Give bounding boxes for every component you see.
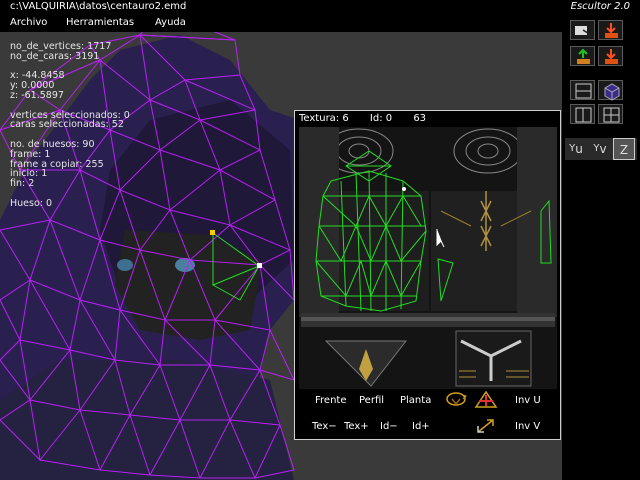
axis-v-button[interactable]: Yv xyxy=(589,138,611,160)
perspective-view-icon[interactable] xyxy=(598,80,623,101)
quad-view-icon[interactable] xyxy=(598,104,623,124)
file-path: c:\VALQUIRIA\datos\centauro2.emd xyxy=(10,1,187,12)
menu-herramientas[interactable]: Herramientas xyxy=(66,14,134,32)
select-tool-icon[interactable] xyxy=(570,20,595,40)
texture-uv-view[interactable] xyxy=(299,127,557,389)
coord-z: z: -61.5897 xyxy=(10,89,64,101)
export-icon[interactable] xyxy=(570,46,595,66)
frame-end: fin: 2 xyxy=(10,178,35,190)
frente-button[interactable]: Frente xyxy=(315,395,346,406)
info-panel: no_de_vertices: 1717 no_de_caras: 3191 x… xyxy=(10,42,130,209)
current-bone: Hueso: 0 xyxy=(10,197,53,209)
tex-minus-button[interactable]: Tex− xyxy=(312,421,337,432)
save-icon[interactable] xyxy=(598,46,623,66)
title-bar: c:\VALQUIRIA\datos\centauro2.emd Esculto… xyxy=(0,0,640,14)
scale-icon[interactable] xyxy=(473,390,499,410)
texture-count: 63 xyxy=(413,113,427,124)
inv-v-button[interactable]: Inv V xyxy=(515,421,540,432)
front-view-icon[interactable] xyxy=(570,80,595,100)
menu-ayuda[interactable]: Ayuda xyxy=(155,14,186,32)
texture-panel: Textura: 6 Id: 0 63 Frente Perfil Planta… xyxy=(294,110,561,440)
axis-z-button[interactable]: Z xyxy=(613,138,635,160)
import-icon[interactable] xyxy=(598,20,623,40)
rotate-icon[interactable] xyxy=(444,390,470,410)
selected-faces: caras seleccionadas: 52 xyxy=(10,119,124,131)
texture-id: Id: 0 xyxy=(369,113,393,124)
app-name: Escultor 2.0 xyxy=(570,1,630,12)
side-view-icon[interactable] xyxy=(570,104,595,124)
planta-button[interactable]: Planta xyxy=(400,395,431,406)
face-count: no_de_caras: 3191 xyxy=(10,50,100,62)
perfil-button[interactable]: Perfil xyxy=(359,395,384,406)
menu-bar: Archivo Herramientas Ayuda xyxy=(0,14,562,32)
uv-map xyxy=(299,127,557,389)
move-icon[interactable] xyxy=(473,416,499,436)
id-minus-button[interactable]: Id− xyxy=(380,421,398,432)
axis-u-button[interactable]: Yu xyxy=(565,138,587,160)
texture-header: Textura: 6 Id: 0 63 xyxy=(299,113,444,125)
tex-plus-button[interactable]: Tex+ xyxy=(344,421,369,432)
texture-label: Textura: 6 xyxy=(299,113,349,124)
menu-archivo[interactable]: Archivo xyxy=(10,14,47,32)
axis-selector: Yu Yv Z xyxy=(565,138,637,160)
id-plus-button[interactable]: Id+ xyxy=(412,421,430,432)
inv-u-button[interactable]: Inv U xyxy=(515,395,541,406)
